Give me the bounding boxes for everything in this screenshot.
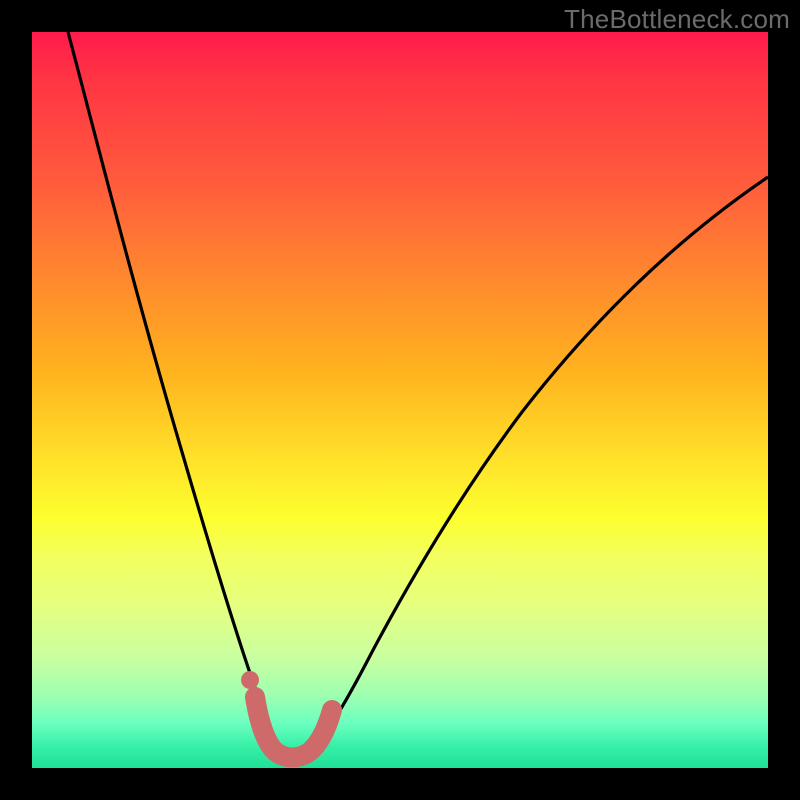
bottleneck-curve-path (68, 32, 768, 757)
watermark-text: TheBottleneck.com (564, 4, 790, 35)
curve-svg (32, 32, 768, 768)
plot-area (32, 32, 768, 768)
marker-dot (241, 671, 259, 689)
marker-u-path (255, 697, 332, 757)
chart-frame: TheBottleneck.com (0, 0, 800, 800)
